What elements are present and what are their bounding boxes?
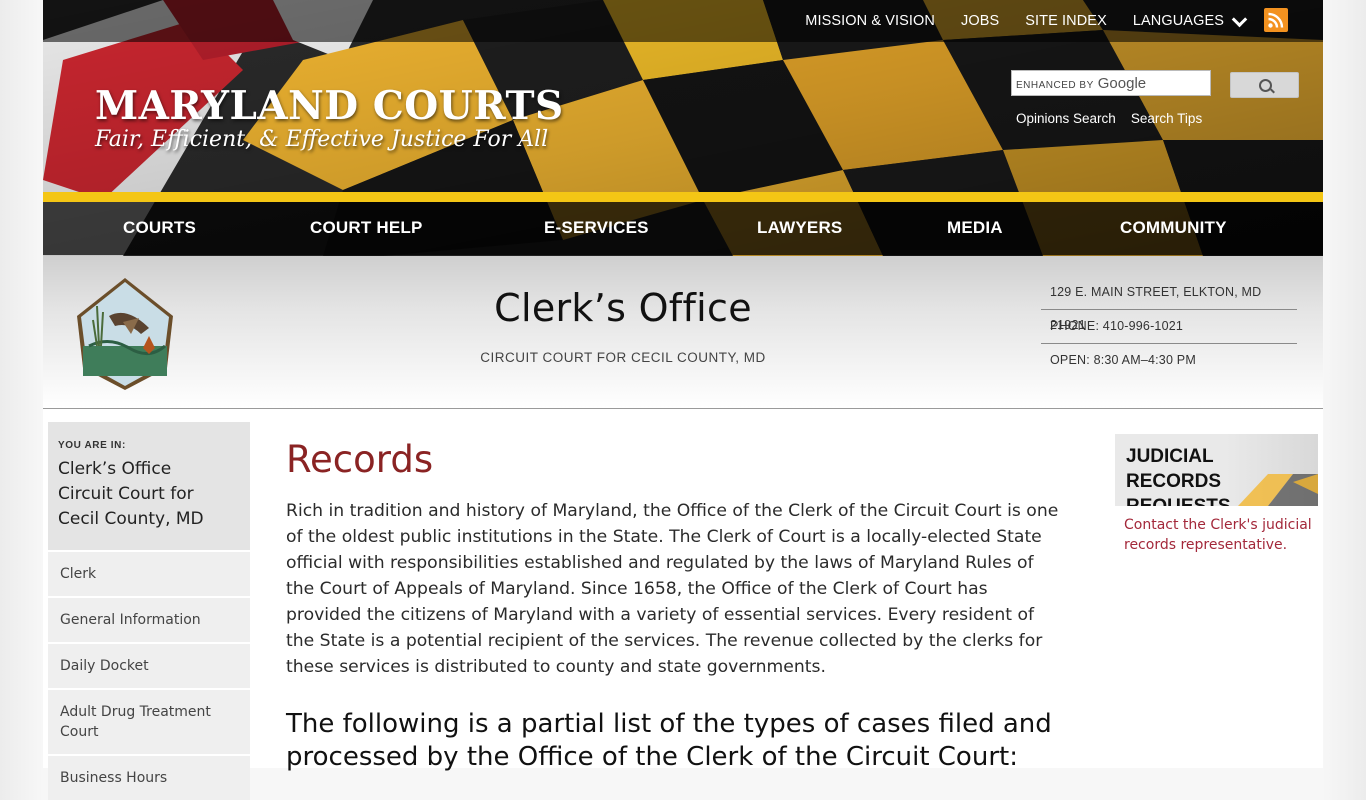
breadcrumb-office[interactable]: Clerk’s Office (58, 457, 240, 482)
nav-media[interactable]: MEDIA (947, 218, 1003, 238)
intro-paragraph: Rich in tradition and history of Marylan… (286, 501, 1059, 677)
sidebar-item-general-information[interactable]: General Information (48, 596, 250, 642)
breadcrumb-court[interactable]: Circuit Court for Cecil County, MD (58, 482, 240, 532)
search-links: Opinions Search Search Tips (1016, 108, 1212, 127)
widget-header: JUDICIAL RECORDS REQUESTS (1115, 434, 1318, 506)
rss-icon[interactable] (1264, 8, 1288, 32)
site-title: MARYLAND COURTS (95, 83, 564, 129)
county-seal-image (77, 278, 173, 390)
office-hours: OPEN: 8:30 AM–4:30 PM (1050, 353, 1196, 367)
office-phone: PHONE: 410-996-1021 (1041, 310, 1297, 344)
opinions-search-link[interactable]: Opinions Search (1016, 111, 1116, 126)
header-banner: MISSION & VISION JOBS SITE INDEX LANGUAG… (43, 0, 1323, 256)
search-icon (1259, 79, 1272, 92)
office-header: Clerk’s Office CIRCUIT COURT FOR CECIL C… (43, 256, 1323, 409)
search-button[interactable] (1230, 72, 1299, 98)
case-types-heading: The following is a partial list of the t… (286, 709, 1052, 772)
widget-title: JUDICIAL RECORDS REQUESTS (1126, 446, 1231, 506)
site-brand[interactable]: MARYLAND COURTS Fair, Efficient, & Effec… (95, 84, 564, 154)
google-logo-text: Google (1097, 75, 1147, 92)
utility-nav: MISSION & VISION JOBS SITE INDEX LANGUAG… (805, 0, 1323, 42)
main-nav: COURTS COURT HELP E-SERVICES LAWYERS MED… (43, 202, 1323, 255)
office-address: 129 E. MAIN STREET, ELKTON, MD 21921 (1041, 276, 1297, 332)
search-input[interactable]: ENHANCED BY Google (1011, 70, 1211, 96)
page: MISSION & VISION JOBS SITE INDEX LANGUAG… (43, 0, 1323, 800)
languages-dropdown[interactable]: LANGUAGES (1132, 11, 1263, 29)
breadcrumb-location: Clerk’s Office Circuit Court for Cecil C… (58, 457, 240, 532)
you-are-in-label: YOU ARE IN: (58, 440, 126, 451)
site-index-link[interactable]: SITE INDEX (1025, 13, 1107, 29)
site-search: ENHANCED BY Google Opinions Search Search… (1011, 70, 1299, 126)
sidebar: YOU ARE IN: Clerk’s Office Circuit Court… (48, 422, 250, 800)
site-tagline: Fair, Efficient, & Effective Justice For… (95, 127, 549, 152)
nav-e-services[interactable]: E-SERVICES (544, 218, 649, 238)
office-subtitle: CIRCUIT COURT FOR CECIL COUNTY, MD (480, 350, 766, 365)
records-request-widget: JUDICIAL RECORDS REQUESTS Contact the Cl… (1115, 434, 1318, 555)
search-tips-link[interactable]: Search Tips (1131, 111, 1202, 126)
nav-court-help[interactable]: COURT HELP (310, 218, 423, 238)
page-title: Records (286, 438, 434, 481)
languages-label: LANGUAGES (1132, 13, 1224, 29)
office-contact: 129 E. MAIN STREET, ELKTON, MD 21921 PHO… (1041, 276, 1297, 377)
breadcrumb: YOU ARE IN: Clerk’s Office Circuit Court… (48, 422, 250, 550)
sidebar-item-clerk[interactable]: Clerk (48, 550, 250, 596)
contact-records-representative-link[interactable]: Contact the Clerk's judicial records rep… (1115, 516, 1318, 555)
chevron-down-icon (1231, 11, 1248, 27)
sidebar-item-business-hours[interactable]: Business Hours (48, 754, 250, 800)
jobs-link[interactable]: JOBS (961, 13, 999, 29)
enhanced-by-label: ENHANCED BY (1016, 80, 1094, 91)
nav-lawyers[interactable]: LAWYERS (757, 218, 842, 238)
sidebar-item-adult-drug-treatment-court[interactable]: Adult Drug Treatment Court (48, 688, 250, 754)
gold-divider (43, 192, 1323, 202)
nav-courts[interactable]: COURTS (123, 218, 196, 238)
nav-community[interactable]: COMMUNITY (1120, 218, 1227, 238)
office-title: Clerk’s Office (494, 286, 752, 330)
mission-vision-link[interactable]: MISSION & VISION (805, 13, 935, 29)
sidebar-item-daily-docket[interactable]: Daily Docket (48, 642, 250, 688)
main-content: Records Rich in tradition and history of… (286, 436, 1066, 774)
